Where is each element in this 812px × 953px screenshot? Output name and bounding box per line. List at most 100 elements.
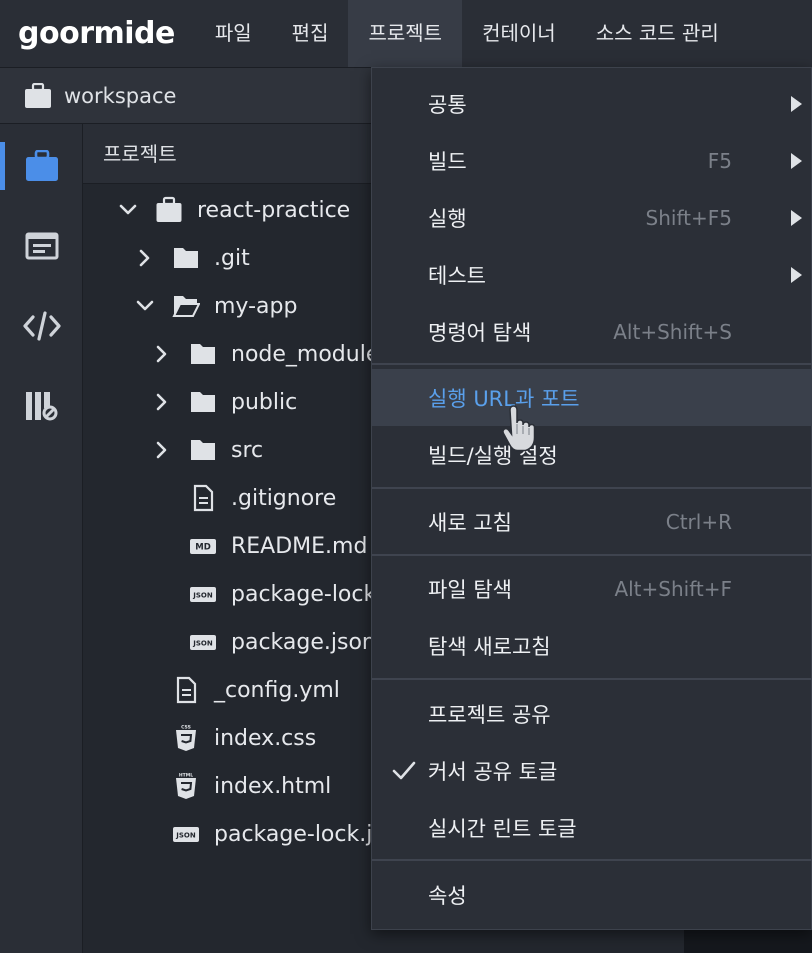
chevron-down-icon[interactable] xyxy=(134,295,156,317)
briefcase-icon xyxy=(25,82,51,108)
tree-item-label: my-app xyxy=(214,293,298,319)
menu-item-1[interactable]: 빌드 F5 xyxy=(372,132,812,189)
md-file-icon: MD xyxy=(189,532,217,560)
menu-item-label: 공통 xyxy=(428,92,467,117)
tree-item-node-modules[interactable]: node_modules xyxy=(151,330,391,378)
json-file-icon: JSON xyxy=(189,628,217,656)
menu-item-2[interactable]: 실행 Shift+F5 xyxy=(372,189,812,246)
menu-item-5[interactable]: 실행 URL과 포트 xyxy=(372,369,812,426)
tree-item-label: src xyxy=(231,437,264,463)
activity-library-button[interactable] xyxy=(0,366,83,446)
tree-item-git[interactable]: .git xyxy=(134,234,250,282)
menu-separator xyxy=(372,678,812,680)
menu-edit[interactable]: 편집 xyxy=(272,0,349,67)
menu-item-4[interactable]: 명령어 탐색 Alt+Shift+S xyxy=(372,303,812,360)
menu-item-shortcut: Alt+Shift+S xyxy=(613,319,732,344)
menu-source-control[interactable]: 소스 코드 관리 xyxy=(576,0,739,67)
json-file-icon: JSON xyxy=(189,580,217,608)
chevron-right-icon[interactable] xyxy=(151,439,173,461)
tree-item-readme-md[interactable]: MD README.md xyxy=(151,522,367,570)
svg-text:JSON: JSON xyxy=(192,640,213,648)
menu-item-label: 새로 고침 xyxy=(428,510,512,535)
menu-container[interactable]: 컨테이너 xyxy=(462,0,576,67)
json-file-icon: JSON xyxy=(172,820,200,848)
menu-item-label: 명령어 탐색 xyxy=(428,320,532,345)
svg-text:HTML: HTML xyxy=(179,773,193,779)
menu-item-shortcut: F5 xyxy=(707,148,732,173)
activity-bar xyxy=(0,124,83,953)
menu-item-10[interactable]: 프로젝트 공유 xyxy=(372,685,812,742)
menu-item-label: 실행 xyxy=(428,206,467,231)
menu-item-6[interactable]: 빌드/실행 설정 xyxy=(372,426,812,483)
menu-project[interactable]: 프로젝트 xyxy=(348,0,463,67)
html5-icon: HTML xyxy=(172,772,200,800)
folder-icon xyxy=(172,244,200,272)
app-logo[interactable]: goormide xyxy=(18,16,175,51)
tree-item-label: README.md xyxy=(231,533,368,559)
menu-item-3[interactable]: 테스트 xyxy=(372,246,812,303)
tree-item-package-lock-json[interactable]: JSON package-lock.json xyxy=(134,810,411,858)
menu-item-0[interactable]: 공통 xyxy=(372,75,812,132)
menu-item-label: 빌드 xyxy=(428,149,467,174)
tree-item-label: node_modules xyxy=(231,341,391,367)
folder-icon xyxy=(189,388,217,416)
menu-item-8[interactable]: 파일 탐색 Alt+Shift+F xyxy=(372,560,812,617)
tree-item-config-yml[interactable]: _config.yml xyxy=(134,666,340,714)
submenu-arrow-icon xyxy=(791,209,802,226)
folder-open-icon xyxy=(172,292,200,320)
activity-code-button[interactable] xyxy=(0,286,83,366)
chevron-right-icon[interactable] xyxy=(134,247,156,269)
menu-item-12[interactable]: 실시간 린트 토글 xyxy=(372,799,812,856)
tree-item-index-html[interactable]: HTML index.html xyxy=(134,762,331,810)
activity-panel-button[interactable] xyxy=(0,206,83,286)
menu-item-11[interactable]: 커서 공유 토글 xyxy=(372,742,812,799)
checkmark-icon xyxy=(392,761,416,779)
tree-item-src[interactable]: src xyxy=(151,426,263,474)
menu-file[interactable]: 파일 xyxy=(195,0,272,67)
menu-item-shortcut: Shift+F5 xyxy=(645,205,732,230)
menu-item-9[interactable]: 탐색 새로고침 xyxy=(372,617,812,674)
workspace-label[interactable]: workspace xyxy=(64,84,176,108)
svg-text:JSON: JSON xyxy=(175,832,196,840)
tree-item-label: .gitignore xyxy=(231,485,337,511)
menu-item-13[interactable]: 속성 xyxy=(372,866,812,923)
svg-text:MD: MD xyxy=(195,543,211,553)
tree-item-my-app[interactable]: my-app xyxy=(134,282,297,330)
tree-item-label: package.json xyxy=(231,629,376,655)
project-dropdown-menu: 공통빌드 F5 실행 Shift+F5 테스트명령어 탐색 Alt+Shift+S 실행 U… xyxy=(371,67,812,930)
tree-item-react-practice[interactable]: react-practice xyxy=(117,186,350,234)
tree-item-public[interactable]: public xyxy=(151,378,297,426)
svg-text:CSS: CSS xyxy=(181,725,191,731)
chevron-down-icon[interactable] xyxy=(117,199,139,221)
activity-project-button[interactable] xyxy=(0,126,83,206)
css3-icon: CSS xyxy=(172,724,200,752)
chevron-right-icon[interactable] xyxy=(151,343,173,365)
menu-item-label: 테스트 xyxy=(428,263,486,288)
tree-item-label: public xyxy=(231,389,298,415)
tree-item-label: index.css xyxy=(214,725,317,751)
tree-item-gitignore[interactable]: .gitignore xyxy=(151,474,336,522)
menu-item-7[interactable]: 새로 고침 Ctrl+R xyxy=(372,493,812,550)
tree-item-label: react-practice xyxy=(197,197,351,223)
folder-icon xyxy=(189,436,217,464)
menu-item-label: 빌드/실행 설정 xyxy=(428,443,558,468)
menu-item-label: 프로젝트 공유 xyxy=(428,702,551,727)
tree-item-index-css[interactable]: CSS index.css xyxy=(134,714,316,762)
tree-item-package-json[interactable]: JSON package.json xyxy=(151,618,376,666)
folder-icon xyxy=(189,340,217,368)
menu-separator xyxy=(372,554,812,556)
menu-item-shortcut: Alt+Shift+F xyxy=(614,576,732,601)
submenu-arrow-icon xyxy=(791,266,802,283)
code-icon xyxy=(22,311,61,341)
project-briefcase-icon xyxy=(25,150,58,181)
menu-separator xyxy=(372,363,812,365)
chevron-right-icon[interactable] xyxy=(151,391,173,413)
submenu-arrow-icon xyxy=(791,152,802,169)
